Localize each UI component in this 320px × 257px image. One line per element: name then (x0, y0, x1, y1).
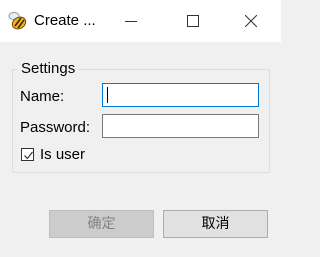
checkmark-icon (24, 151, 33, 160)
is-user-label[interactable]: Is user (40, 146, 85, 164)
title-bar[interactable]: Create ... (0, 0, 281, 42)
settings-legend: Settings (18, 60, 79, 78)
bee-app-icon (8, 11, 28, 31)
ok-button[interactable]: 确定 (49, 210, 154, 238)
close-icon (245, 15, 257, 27)
name-label: Name: (20, 88, 65, 105)
cancel-button[interactable]: 取消 (163, 210, 268, 238)
maximize-button[interactable] (170, 0, 216, 42)
minimize-icon (125, 21, 137, 22)
text-caret (107, 87, 108, 103)
password-input[interactable] (102, 114, 259, 138)
minimize-button[interactable] (108, 0, 154, 42)
name-input[interactable] (102, 83, 259, 107)
password-label: Password: (20, 119, 91, 136)
window-title: Create ... (34, 12, 96, 29)
maximize-icon (187, 15, 199, 27)
close-button[interactable] (228, 0, 274, 42)
is-user-checkbox[interactable] (21, 148, 34, 161)
